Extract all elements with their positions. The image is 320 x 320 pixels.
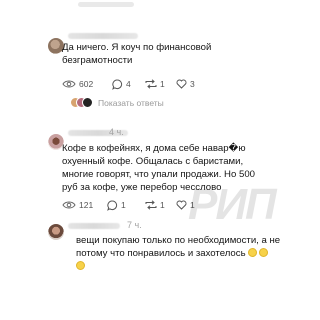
eye-icon [62,80,76,88]
repost-icon [145,79,157,89]
avatar[interactable] [48,224,64,240]
smile-emoji-icon [247,248,257,257]
comment-3: 7 ч. вещи покупаю только по необходимост… [0,216,320,320]
reply-avatars [70,97,93,109]
eye-icon [62,201,76,209]
repost-button[interactable]: 1 [145,198,165,212]
views-counter: 121 [62,198,93,212]
timestamp: 4 ч. [109,127,124,137]
views-counter: 602 [62,77,93,91]
reply-button[interactable]: 1 [107,198,126,212]
repost-icon [145,200,157,210]
author-name-blurred[interactable] [68,223,120,229]
timestamp: 7 ч. [127,220,142,230]
show-replies-link[interactable]: Показать ответы [70,96,164,110]
comment-text: вещи покупаю только по необходимости, а … [76,234,318,273]
heart-icon [176,79,187,89]
reply-button[interactable]: 4 [112,77,131,91]
comment-text: Да ничего. Я коуч по финансовой безграмо… [62,42,212,66]
smile-emoji-icon [258,248,268,257]
smile-emoji-icon [76,261,85,270]
speech-bubble-icon [112,79,123,90]
speech-bubble-icon [107,200,118,211]
avatar [82,97,93,108]
author-name-blurred[interactable] [68,33,138,39]
comment-1: Да ничего. Я коуч по финансовой безграмо… [0,0,320,116]
repost-button[interactable]: 1 [145,77,165,91]
comment-actions: 602 4 1 3 [62,77,222,91]
like-button[interactable]: 3 [176,77,195,91]
